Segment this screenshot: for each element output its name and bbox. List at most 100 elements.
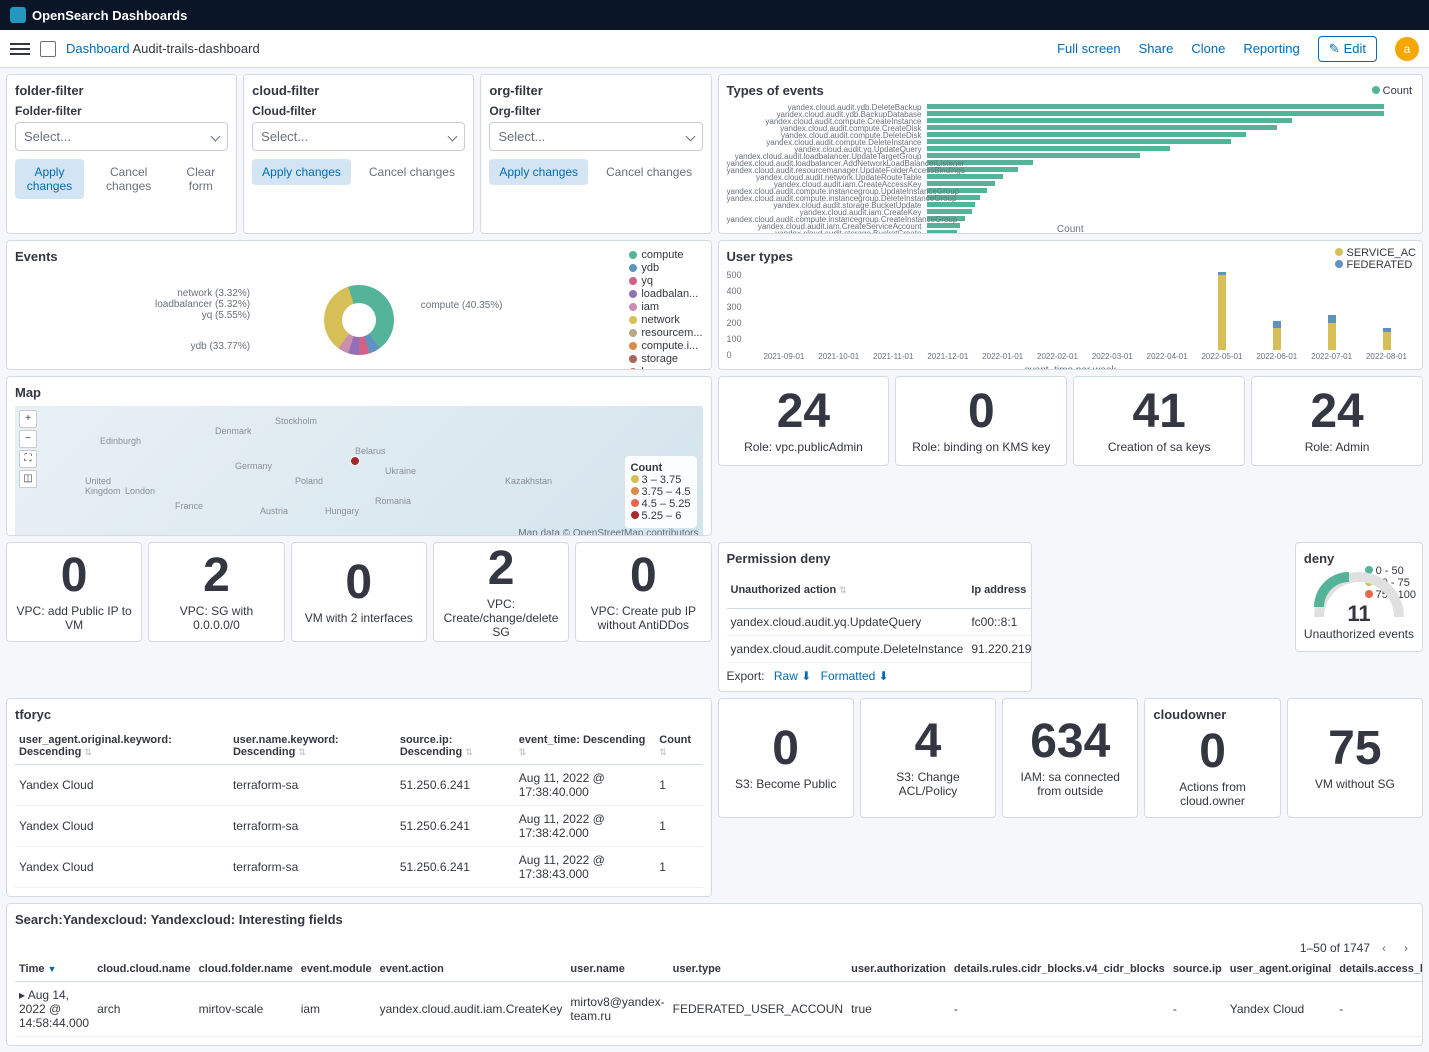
apply-button[interactable]: Apply changes: [489, 159, 588, 185]
reporting-link[interactable]: Reporting: [1243, 41, 1299, 56]
cancel-button[interactable]: Cancel changes: [596, 159, 702, 185]
metric-panel: 0Role: binding on KMS key: [895, 376, 1067, 466]
zoom-out-button[interactable]: −: [19, 430, 37, 448]
share-link[interactable]: Share: [1139, 41, 1174, 56]
prev-page-button[interactable]: ‹: [1376, 939, 1392, 957]
cancel-button[interactable]: Cancel changes: [359, 159, 465, 185]
metric-panel: 0VM with 2 interfaces: [291, 542, 427, 642]
panel-title: cloud-filter: [252, 83, 465, 98]
permission-deny-table: Unauthorized action ⇅Ip address ▼Count ⇅…: [727, 572, 1032, 663]
tforyc-table: user_agent.original.keyword: Descending …: [15, 728, 703, 888]
avatar[interactable]: a: [1395, 37, 1419, 61]
panel-title: cloudowner: [1153, 707, 1271, 722]
org-filter-panel: org-filter Org-filter Select... Apply ch…: [480, 74, 711, 234]
panel-title: folder-filter: [15, 83, 228, 98]
metric-panel: 2VPC: Create/change/delete SG: [433, 542, 569, 642]
horizontal-bar-chart[interactable]: yandex.cloud.audit.ydb.DeleteBackupyande…: [727, 104, 1415, 224]
panel-title: tforyc: [15, 707, 703, 722]
events-panel: Events network (3.32%) loadbalancer (5.3…: [6, 240, 712, 370]
pager: 1–50 of 1747 ‹ ›: [1300, 939, 1414, 957]
metric-panel: 41Creation of sa keys: [1073, 376, 1245, 466]
apply-button[interactable]: Apply changes: [252, 159, 351, 185]
nav-bar: Dashboard Audit-trails-dashboard Full sc…: [0, 30, 1429, 68]
legend: computeydbyqloadbalan...iamnetworkresour…: [629, 249, 702, 370]
types-of-events-panel: Types of events Count yandex.cloud.audit…: [718, 74, 1424, 234]
panel-title: Permission deny: [727, 551, 1023, 566]
map-panel: Map + − ⛶ ◫ UnitedKingdom London France …: [6, 376, 712, 536]
permission-deny-panel: Permission deny Unauthorized action ⇅Ip …: [718, 542, 1032, 692]
metric-iam-outside: 634 IAM: sa connected from outside: [1002, 698, 1138, 818]
search-panel: Search:Yandexcloud: Yandexcloud: Interes…: [6, 903, 1423, 1046]
zoom-in-button[interactable]: +: [19, 410, 37, 428]
export-formatted-link[interactable]: Formatted ⬇: [821, 669, 889, 683]
breadcrumb-root[interactable]: Dashboard: [66, 41, 130, 56]
breadcrumb-current: Audit-trails-dashboard: [133, 41, 260, 56]
donut-chart[interactable]: network (3.32%) loadbalancer (5.32%) yq …: [15, 270, 703, 370]
panel-title: deny: [1304, 551, 1414, 566]
table-row[interactable]: Yandex Cloudterraform-sa51.250.6.241Aug …: [15, 806, 703, 847]
panel-title: Events: [15, 249, 703, 264]
cloud-select[interactable]: Select...: [252, 122, 465, 151]
export-raw-link[interactable]: Raw ⬇: [774, 669, 811, 683]
map-attribution: Map data © OpenStreetMap contributors: [518, 528, 698, 536]
clone-link[interactable]: Clone: [1191, 41, 1225, 56]
org-select[interactable]: Select...: [489, 122, 702, 151]
panel-title: org-filter: [489, 83, 702, 98]
folder-filter-panel: folder-filter Folder-filter Select... Ap…: [6, 74, 237, 234]
metric-s3-public: 0 S3: Become Public: [718, 698, 854, 818]
cloudowner-panel: cloudowner 0 Actions from cloud.owner: [1144, 698, 1280, 818]
legend: SERVICE_AC FEDERATED: [1335, 247, 1416, 271]
panel-title: User types: [727, 249, 1415, 264]
metric-panel: 24Role: Admin: [1251, 376, 1423, 466]
export-row: Export: Raw ⬇ Formatted ⬇: [727, 669, 1023, 683]
panel-title: Search:Yandexcloud: Yandexcloud: Interes…: [15, 912, 343, 927]
bar-chart[interactable]: 500 400 300 200 100 0 2021-09-012021-10-…: [727, 270, 1415, 365]
metric-panel: 2VPC: SG with 0.0.0.0/0: [148, 542, 284, 642]
folder-select[interactable]: Select...: [15, 122, 228, 151]
search-table: Time ▼cloud.cloud.namecloud.folder.namee…: [15, 957, 1423, 1037]
map-area[interactable]: + − ⛶ ◫ UnitedKingdom London France Germ…: [15, 406, 703, 536]
metric-s3-acl: 4 S3: Change ACL/Policy: [860, 698, 996, 818]
metric-panel: 0VPC: add Public IP to VM: [6, 542, 142, 642]
deny-gauge-panel: deny 0 - 50 50 - 75 75 - 100 11 Unauthor…: [1295, 542, 1423, 652]
crop-button[interactable]: ◫: [19, 470, 37, 488]
pencil-icon: ✎: [1329, 41, 1340, 57]
clear-button[interactable]: Clear form: [173, 159, 228, 199]
chevron-down-icon: [211, 132, 221, 142]
next-page-button[interactable]: ›: [1398, 939, 1414, 957]
table-row[interactable]: yandex.cloud.audit.compute.DeleteInstanc…: [727, 636, 1032, 663]
metric-panel: 24Role: vpc.publicAdmin: [718, 376, 890, 466]
x-axis-label: event_time per week: [727, 365, 1415, 370]
table-row[interactable]: Yandex Cloudterraform-sa51.250.6.241Aug …: [15, 765, 703, 806]
home-icon[interactable]: [40, 41, 56, 57]
gauge: 11: [1314, 572, 1404, 622]
table-row[interactable]: yandex.cloud.audit.yq.UpdateQueryfc00::8…: [727, 609, 1032, 636]
logo-icon: [10, 7, 26, 23]
metric-panel: 0VPC: Create pub IP without AntiDDos: [575, 542, 711, 642]
panel-title: Types of events: [727, 83, 1415, 98]
app-logo[interactable]: OpenSearch Dashboards: [10, 7, 187, 23]
filter-label: Folder-filter: [15, 104, 228, 118]
fit-button[interactable]: ⛶: [19, 450, 37, 468]
cancel-button[interactable]: Cancel changes: [92, 159, 165, 199]
breadcrumb: Dashboard Audit-trails-dashboard: [66, 41, 260, 56]
filter-label: Org-filter: [489, 104, 702, 118]
map-legend: Count 3 – 3.75 3.75 – 4.5 4.5 – 5.25 5.2…: [625, 456, 697, 528]
edit-button[interactable]: ✎ Edit: [1318, 36, 1377, 62]
chevron-down-icon: [448, 132, 458, 142]
metric-vm-no-sg: 75 VM without SG: [1287, 698, 1423, 818]
fullscreen-link[interactable]: Full screen: [1057, 41, 1121, 56]
tforyc-panel: tforyc user_agent.original.keyword: Desc…: [6, 698, 712, 897]
app-name: OpenSearch Dashboards: [32, 8, 187, 23]
apply-button[interactable]: Apply changes: [15, 159, 84, 199]
cloud-filter-panel: cloud-filter Cloud-filter Select... Appl…: [243, 74, 474, 234]
legend: Count: [1372, 85, 1412, 97]
gauge-label: Unauthorized events: [1304, 627, 1414, 641]
panel-title: Map: [15, 385, 703, 400]
table-row[interactable]: Yandex Cloudterraform-sa51.250.6.241Aug …: [15, 847, 703, 888]
map-marker: [350, 456, 360, 466]
top-bar: OpenSearch Dashboards: [0, 0, 1429, 30]
user-types-panel: User types SERVICE_AC FEDERATED 500 400 …: [718, 240, 1424, 370]
table-row[interactable]: ▸ Aug 14, 2022 @ 14:58:44.000archmirtov-…: [15, 982, 1423, 1037]
menu-icon[interactable]: [10, 40, 30, 58]
